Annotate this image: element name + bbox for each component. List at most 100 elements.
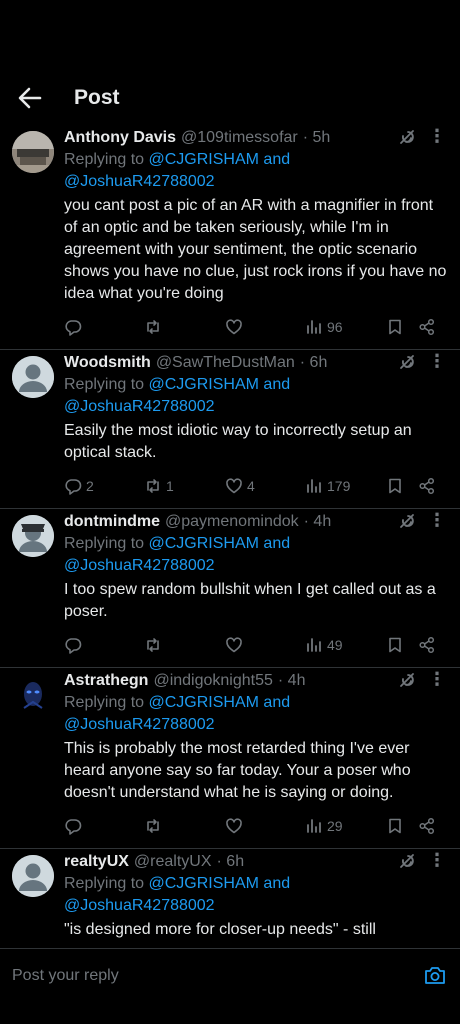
share-button[interactable] [418, 477, 436, 495]
bookmark-button[interactable] [386, 636, 404, 654]
repost-button[interactable] [144, 318, 166, 336]
repost-icon [147, 479, 159, 493]
bookmark-button[interactable] [386, 318, 404, 336]
reply-input[interactable]: Post your reply [12, 967, 119, 985]
mention-link[interactable]: @JoshuaR42788002 [64, 398, 215, 415]
mention-link[interactable]: @JoshuaR42788002 [64, 557, 215, 574]
share-button[interactable] [418, 636, 436, 654]
grok-icon[interactable] [398, 852, 416, 870]
share-button[interactable] [418, 318, 436, 336]
like-count: 4 [247, 478, 255, 494]
avatar[interactable] [12, 674, 54, 716]
avatar[interactable] [12, 855, 54, 897]
like-button[interactable]: 4 [225, 477, 255, 495]
heart-icon [226, 637, 242, 653]
share-button[interactable] [418, 817, 436, 835]
views-button[interactable]: 179 [305, 477, 350, 495]
post-time: · 5h [302, 129, 331, 146]
mention-link[interactable]: @JoshuaR42788002 [64, 716, 215, 733]
views-button[interactable]: 96 [305, 318, 343, 336]
top-bar: Post [0, 0, 460, 125]
more-options-icon[interactable]: ⋮ [428, 851, 446, 869]
arrow-left-icon[interactable] [14, 84, 44, 112]
mention-and[interactable]: and [259, 151, 290, 168]
author-name[interactable]: realtyUX [64, 853, 129, 871]
replying-to-label: Replying to [64, 875, 149, 892]
reply-post[interactable]: ⋮ dontmindme @paymenomindok · 4h Replyin… [0, 509, 460, 668]
author-name[interactable]: Anthony Davis [64, 129, 176, 147]
grok-icon[interactable] [398, 128, 416, 146]
mention-link[interactable]: @CJGRISHAM [149, 376, 259, 393]
repost-icon [147, 819, 159, 833]
camera-icon[interactable] [424, 965, 446, 985]
mention-and[interactable]: and [259, 875, 290, 892]
replying-to-label: Replying to [64, 535, 149, 552]
replying-to: Replying to @CJGRISHAM and @JoshuaR42788… [64, 374, 448, 418]
mention-and[interactable]: and [259, 535, 290, 552]
author-name[interactable]: Astrathegn [64, 672, 148, 690]
avatar[interactable] [12, 515, 54, 557]
post-text: I too spew random bullshit when I get ca… [64, 581, 436, 620]
reply-button[interactable] [64, 318, 86, 336]
views-icon [307, 320, 321, 334]
views-icon [307, 819, 321, 833]
views-count: 179 [327, 478, 351, 494]
author-handle[interactable]: @SawTheDustMan [156, 354, 295, 372]
replying-to: Replying to @CJGRISHAM and @JoshuaR42788… [64, 873, 448, 917]
author-handle[interactable]: @indigoknight55 [153, 672, 272, 690]
repost-button[interactable]: 1 [144, 477, 174, 495]
bookmark-button[interactable] [386, 477, 404, 495]
reply-post[interactable]: ⋮ Woodsmith @SawTheDustMan · 6h Replying… [0, 350, 460, 509]
like-button[interactable] [225, 817, 247, 835]
mention-link[interactable]: @JoshuaR42788002 [64, 173, 215, 190]
bookmark-icon [389, 818, 401, 834]
replying-to: Replying to @CJGRISHAM and @JoshuaR42788… [64, 533, 448, 577]
bookmark-button[interactable] [386, 817, 404, 835]
grok-icon[interactable] [398, 671, 416, 689]
repost-button[interactable] [144, 817, 166, 835]
bookmark-icon [389, 637, 401, 653]
reply-button[interactable] [64, 817, 86, 835]
more-options-icon[interactable]: ⋮ [428, 670, 446, 688]
mention-link[interactable]: @JoshuaR42788002 [64, 897, 215, 914]
mention-and[interactable]: and [259, 694, 290, 711]
post-time: · 4h [303, 513, 332, 530]
share-icon [419, 636, 435, 654]
author-handle[interactable]: @109timessofar [181, 129, 298, 147]
mention-link[interactable]: @CJGRISHAM [149, 694, 259, 711]
repost-button[interactable] [144, 636, 166, 654]
author-name[interactable]: dontmindme [64, 513, 160, 531]
reply-icon [65, 819, 82, 835]
reply-composer[interactable]: Post your reply [0, 948, 460, 1003]
reply-post[interactable]: ⋮ Anthony Davis @109timessofar · 5h Repl… [0, 125, 460, 350]
like-button[interactable] [225, 318, 247, 336]
views-count: 49 [327, 637, 343, 653]
mention-link[interactable]: @CJGRISHAM [149, 875, 259, 892]
avatar[interactable] [12, 356, 54, 398]
replying-to-label: Replying to [64, 151, 149, 168]
more-options-icon[interactable]: ⋮ [428, 511, 446, 529]
reply-post[interactable]: ⋮ Astrathegn @indigoknight55 · 4h Replyi… [0, 668, 460, 849]
author-handle[interactable]: @realtyUX [134, 853, 212, 871]
more-options-icon[interactable]: ⋮ [428, 352, 446, 370]
grok-icon[interactable] [398, 353, 416, 371]
grok-icon[interactable] [398, 512, 416, 530]
reply-button[interactable]: 2 [64, 477, 94, 495]
avatar[interactable] [12, 131, 54, 173]
replying-to-label: Replying to [64, 376, 149, 393]
action-bar: 29 [64, 804, 460, 848]
reply-post[interactable]: ⋮ realtyUX @realtyUX · 6h Replying to @C… [0, 849, 460, 941]
bottom-safe-area [0, 1002, 460, 1024]
author-handle[interactable]: @paymenomindok [165, 513, 299, 531]
views-button[interactable]: 29 [305, 817, 343, 835]
mention-link[interactable]: @CJGRISHAM [149, 151, 259, 168]
author-name[interactable]: Woodsmith [64, 354, 151, 372]
like-button[interactable] [225, 636, 247, 654]
views-icon [307, 638, 321, 652]
reply-thread: ⋮ Anthony Davis @109timessofar · 5h Repl… [0, 125, 460, 941]
views-button[interactable]: 49 [305, 636, 343, 654]
reply-button[interactable] [64, 636, 86, 654]
mention-and[interactable]: and [259, 376, 290, 393]
more-options-icon[interactable]: ⋮ [428, 127, 446, 145]
mention-link[interactable]: @CJGRISHAM [149, 535, 259, 552]
